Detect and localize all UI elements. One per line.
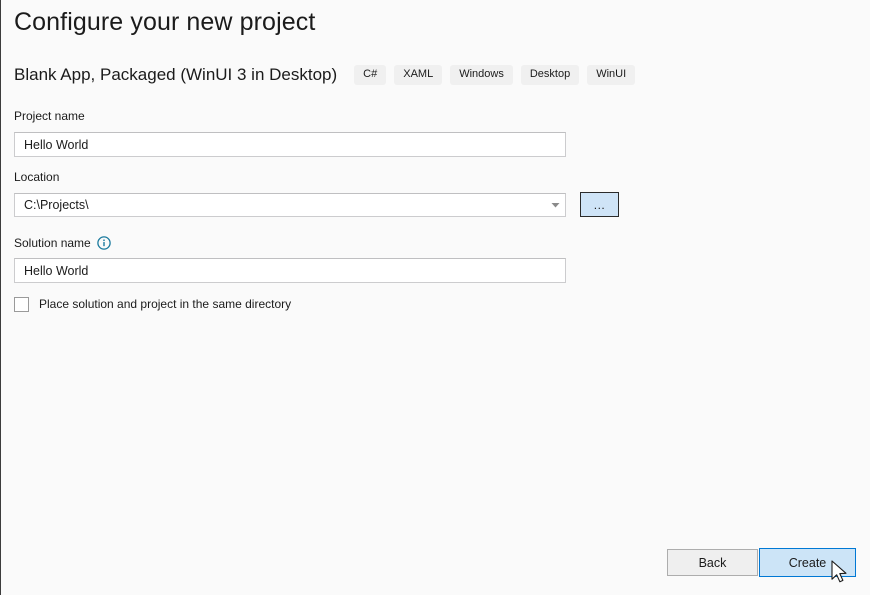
tag-chip-windows: Windows (450, 65, 513, 85)
chevron-down-icon[interactable] (545, 194, 565, 216)
solution-name-label: Solution name (14, 236, 91, 250)
tag-chip-csharp: C# (354, 65, 386, 85)
project-name-input[interactable] (14, 132, 566, 157)
location-label: Location (14, 170, 59, 184)
solution-name-label-row: Solution name (14, 235, 111, 251)
template-tags: C# XAML Windows Desktop WinUI (354, 65, 635, 85)
tag-chip-winui: WinUI (587, 65, 635, 85)
same-directory-checkbox[interactable] (14, 297, 29, 312)
template-summary-row: Blank App, Packaged (WinUI 3 in Desktop)… (14, 62, 635, 88)
tag-chip-desktop: Desktop (521, 65, 579, 85)
location-combobox[interactable]: C:\Projects\ (14, 193, 566, 217)
same-directory-checkbox-row[interactable]: Place solution and project in the same d… (14, 295, 291, 313)
create-button[interactable]: Create (759, 548, 856, 577)
window-left-border (0, 0, 1, 595)
info-circle-icon[interactable] (97, 236, 111, 250)
project-name-label: Project name (14, 109, 85, 123)
location-combobox-value[interactable]: C:\Projects\ (14, 193, 566, 217)
browse-location-button[interactable]: ... (580, 192, 619, 217)
template-name: Blank App, Packaged (WinUI 3 in Desktop) (14, 65, 337, 85)
configure-project-dialog: Configure your new project Blank App, Pa… (0, 0, 870, 595)
back-button[interactable]: Back (667, 549, 758, 576)
same-directory-label[interactable]: Place solution and project in the same d… (39, 297, 291, 311)
tag-chip-xaml: XAML (394, 65, 442, 85)
solution-name-input[interactable] (14, 258, 566, 283)
page-title: Configure your new project (14, 8, 315, 37)
